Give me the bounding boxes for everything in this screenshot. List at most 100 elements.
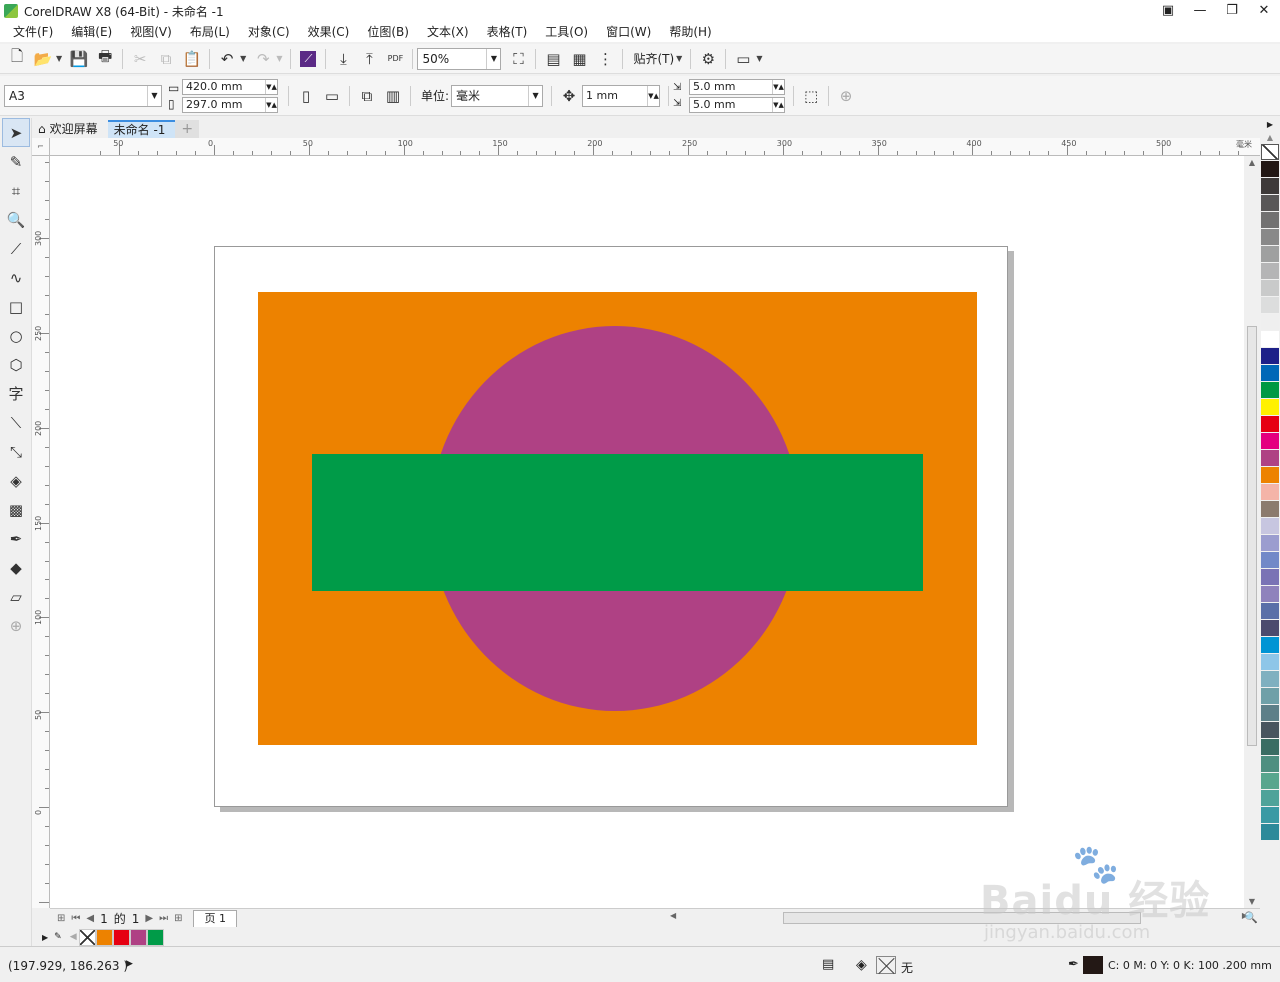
palette-scroll-up-icon[interactable]: ▲ — [1260, 132, 1280, 144]
color-swatch[interactable] — [1261, 365, 1279, 381]
copy-icon[interactable]: ⧉ — [153, 47, 179, 71]
spin-arrows-icon[interactable]: ▼▲ — [772, 97, 784, 112]
application-launcher-icon[interactable]: ▭ — [730, 47, 756, 71]
color-swatch[interactable] — [1261, 399, 1279, 415]
new-document-icon[interactable]: 🗋 — [4, 47, 30, 71]
current-page-icon[interactable]: ▥ — [380, 84, 406, 108]
color-swatch[interactable] — [1261, 246, 1279, 262]
color-swatch[interactable] — [1261, 229, 1279, 245]
color-swatch[interactable] — [1261, 382, 1279, 398]
scroll-down-icon[interactable]: ▼ — [1244, 897, 1260, 906]
artistic-media-tool-icon[interactable]: ∿ — [0, 263, 32, 292]
color-swatch[interactable] — [1261, 314, 1279, 330]
user-icon[interactable]: ▣ — [1152, 0, 1184, 22]
color-swatch[interactable] — [1261, 195, 1279, 211]
menu-edit[interactable]: 编辑(E) — [62, 22, 121, 42]
menu-text[interactable]: 文本(X) — [418, 22, 478, 42]
cut-icon[interactable]: ✂ — [127, 47, 153, 71]
menu-file[interactable]: 文件(F) — [4, 22, 62, 42]
treat-as-filled-icon[interactable]: ⬚ — [798, 84, 824, 108]
menu-bitmaps[interactable]: 位图(B) — [358, 22, 418, 42]
palette-flyout-icon[interactable]: ▶ — [42, 933, 48, 942]
color-swatch[interactable] — [1261, 552, 1279, 568]
eyedropper-icon[interactable]: ✎ — [54, 932, 62, 942]
freehand-tool-icon[interactable]: ⟋ — [0, 234, 32, 263]
search-content-icon[interactable]: ⟋ — [295, 47, 321, 71]
zoom-tool-icon[interactable]: 🔍 — [0, 205, 32, 234]
outline-pen-icon[interactable]: ✒ — [1068, 957, 1079, 972]
save-icon[interactable]: 💾 — [66, 47, 92, 71]
palette-scroll-left-icon[interactable]: ◀ — [70, 932, 77, 942]
open-icon[interactable]: 📂 — [30, 47, 56, 71]
page-size-select[interactable]: A3 ▼ — [4, 84, 162, 107]
first-page-icon[interactable]: ⏮ — [71, 913, 80, 924]
rectangle-tool-icon[interactable]: □ — [0, 292, 32, 321]
menu-object[interactable]: 对象(C) — [239, 22, 299, 42]
color-swatch[interactable] — [1261, 297, 1279, 313]
duplicate-y-field[interactable]: 5.0 mm ▼▲ — [689, 96, 786, 113]
color-swatch[interactable] — [1261, 637, 1279, 653]
spin-arrows-icon[interactable]: ▼▲ — [647, 85, 659, 106]
color-eyedropper-tool-icon[interactable]: ✒ — [0, 524, 32, 553]
color-swatch[interactable] — [1261, 705, 1279, 721]
color-swatch[interactable] — [1261, 671, 1279, 687]
nudge-distance-field[interactable]: 1 mm ▼▲ — [582, 84, 661, 107]
page-tab-1[interactable]: 页 1 — [193, 910, 237, 927]
snap-dropdown-icon[interactable]: ▼ — [676, 54, 682, 63]
vertical-ruler[interactable]: 300 250 200 150 100 50 0 — [32, 156, 50, 908]
no-color-swatch[interactable] — [78, 928, 96, 946]
menu-table[interactable]: 表格(T) — [478, 22, 537, 42]
vertical-scrollbar[interactable]: ▲ ▼ — [1244, 156, 1260, 908]
color-swatch[interactable] — [1261, 331, 1279, 347]
zoom-navigator-icon[interactable]: 🔍 — [1244, 911, 1258, 924]
color-swatch[interactable] — [1261, 756, 1279, 772]
color-swatch[interactable] — [1261, 824, 1279, 840]
add-page-after-icon[interactable]: ⊞ — [174, 913, 182, 924]
color-swatch[interactable] — [1261, 688, 1279, 704]
green-rectangle[interactable] — [312, 454, 923, 591]
parallel-dimension-tool-icon[interactable]: ⟍ — [0, 408, 32, 437]
color-swatch[interactable] — [1261, 654, 1279, 670]
full-screen-icon[interactable]: ⛶ — [505, 47, 531, 71]
scroll-left-icon[interactable]: ◀ — [670, 911, 676, 920]
text-tool-icon[interactable]: 字 — [0, 379, 32, 408]
menu-view[interactable]: 视图(V) — [121, 22, 181, 42]
paste-icon[interactable]: 📋 — [179, 47, 205, 71]
duplicate-x-field[interactable]: 5.0 mm ▼▲ — [689, 78, 786, 95]
minimize-button[interactable]: — — [1184, 0, 1216, 22]
horizontal-ruler[interactable]: 50 0 50 100 150 200 250 300 350 400 450 500 毫米 — [50, 138, 1260, 156]
portrait-icon[interactable]: ▯ — [293, 84, 319, 108]
snap-to-button[interactable]: 贴齐(T) — [633, 50, 674, 67]
menu-help[interactable]: 帮助(H) — [660, 22, 720, 42]
color-swatch[interactable] — [1261, 416, 1279, 432]
undo-icon[interactable]: ↶ — [214, 47, 240, 71]
connector-tool-icon[interactable]: ⤡ — [0, 437, 32, 466]
export-icon[interactable]: ⤒ — [356, 47, 382, 71]
color-proof-icon[interactable]: ▤ — [822, 957, 834, 972]
page-height-field[interactable]: 297.0 mm ▼▲ — [182, 96, 278, 113]
color-swatch[interactable] — [1261, 484, 1279, 500]
color-swatch[interactable] — [112, 928, 130, 946]
print-icon[interactable]: 🖶 — [92, 47, 118, 71]
redo-icon[interactable]: ↷ — [250, 47, 276, 71]
vertical-scroll-thumb[interactable] — [1247, 326, 1257, 746]
publish-pdf-icon[interactable]: PDF — [382, 47, 408, 71]
last-page-icon[interactable]: ⏭ — [159, 913, 168, 924]
show-guidelines-icon[interactable]: ⋮ — [592, 47, 618, 71]
previous-page-icon[interactable]: ◀ — [86, 913, 94, 924]
color-swatch[interactable] — [1261, 433, 1279, 449]
color-swatch[interactable] — [1261, 501, 1279, 517]
show-rulers-icon[interactable]: ▤ — [540, 47, 566, 71]
all-pages-icon[interactable]: ⧉ — [354, 84, 380, 108]
ellipse-tool-icon[interactable]: ○ — [0, 321, 32, 350]
tab-welcome-screen[interactable]: ⌂ 欢迎屏幕 — [32, 120, 108, 138]
launcher-dropdown-icon[interactable]: ▼ — [756, 54, 762, 63]
color-swatch[interactable] — [146, 928, 164, 946]
shape-tool-icon[interactable]: ✎ — [0, 147, 32, 176]
spin-arrows-icon[interactable]: ▼▲ — [265, 97, 277, 112]
color-swatch[interactable] — [1261, 518, 1279, 534]
color-swatch[interactable] — [95, 928, 113, 946]
crop-tool-icon[interactable]: ⌗ — [0, 176, 32, 205]
close-button[interactable]: ✕ — [1248, 0, 1280, 22]
color-swatch[interactable] — [1261, 569, 1279, 585]
